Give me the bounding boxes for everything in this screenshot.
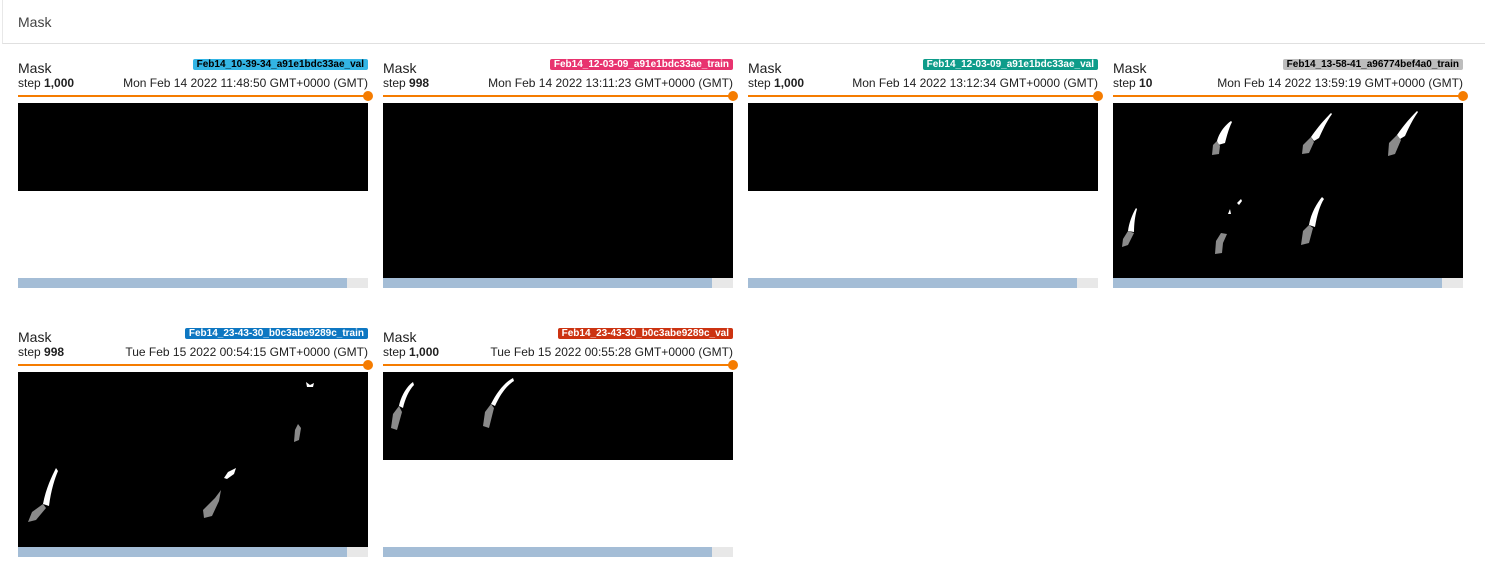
horizontal-scrollbar[interactable] [383, 547, 733, 557]
image-card: Mask Feb14_13-58-41_a96774bef4a0_train s… [1113, 59, 1468, 290]
scrollbar-thumb[interactable] [18, 278, 347, 288]
scrollbar-thumb[interactable] [748, 278, 1077, 288]
mask-image[interactable] [383, 372, 733, 460]
mask-image[interactable] [748, 103, 1098, 191]
step-slider[interactable] [748, 95, 1098, 97]
mask-image[interactable] [1113, 103, 1463, 278]
step-slider-thumb[interactable] [1093, 91, 1103, 101]
run-badge: Feb14_10-39-34_a91e1bdc33ae_val [192, 59, 368, 70]
image-card: Mask Feb14_12-03-09_a91e1bdc33ae_val ste… [748, 59, 1103, 290]
step-value: 1,000 [409, 345, 440, 359]
run-badge: Feb14_12-03-09_a91e1bdc33ae_val [922, 59, 1098, 70]
wall-time: Mon Feb 14 2022 13:11:23 GMT+0000 (GMT) [488, 76, 733, 90]
mask-image[interactable] [18, 372, 368, 547]
step-slider-thumb[interactable] [363, 360, 373, 370]
mask-image[interactable] [383, 103, 733, 278]
step-label: step 10 [1113, 76, 1153, 90]
image-card: Mask Feb14_10-39-34_a91e1bdc33ae_val ste… [18, 59, 373, 290]
image-card: Mask Feb14_23-43-30_b0c3abe9289c_train s… [18, 328, 373, 559]
card-title: Mask [383, 60, 417, 76]
run-badge: Feb14_23-43-30_b0c3abe9289c_train [184, 328, 368, 339]
step-slider-thumb[interactable] [363, 91, 373, 101]
step-slider-thumb[interactable] [728, 360, 738, 370]
card-title: Mask [383, 329, 417, 345]
run-badge: Feb14_13-58-41_a96774bef4a0_train [1282, 59, 1463, 70]
wall-time: Tue Feb 15 2022 00:55:28 GMT+0000 (GMT) [490, 345, 733, 359]
step-slider-thumb[interactable] [728, 91, 738, 101]
wall-time: Mon Feb 14 2022 13:59:19 GMT+0000 (GMT) [1217, 76, 1463, 90]
image-card: Mask Feb14_12-03-09_a91e1bdc33ae_train s… [383, 59, 738, 290]
run-badge: Feb14_12-03-09_a91e1bdc33ae_train [549, 59, 733, 70]
wall-time: Tue Feb 15 2022 00:54:15 GMT+0000 (GMT) [125, 345, 368, 359]
step-label: step 1,000 [18, 76, 75, 90]
step-label: step 998 [383, 76, 430, 90]
step-value: 10 [1139, 76, 1153, 90]
step-slider[interactable] [383, 95, 733, 97]
image-card: Mask Feb14_23-43-30_b0c3abe9289c_val ste… [383, 328, 738, 559]
scrollbar-thumb[interactable] [1113, 278, 1442, 288]
step-label: step 1,000 [383, 345, 440, 359]
horizontal-scrollbar[interactable] [18, 278, 368, 288]
card-title: Mask [18, 329, 52, 345]
scrollbar-thumb[interactable] [18, 547, 347, 557]
step-label: step 998 [18, 345, 65, 359]
section-title: Mask [18, 14, 52, 30]
section-header[interactable]: Mask [2, 0, 1485, 44]
mask-image[interactable] [18, 103, 368, 191]
wall-time: Mon Feb 14 2022 13:12:34 GMT+0000 (GMT) [852, 76, 1098, 90]
run-badge: Feb14_23-43-30_b0c3abe9289c_val [557, 328, 733, 339]
step-slider[interactable] [18, 95, 368, 97]
horizontal-scrollbar[interactable] [1113, 278, 1463, 288]
horizontal-scrollbar[interactable] [18, 547, 368, 557]
step-label: step 1,000 [748, 76, 805, 90]
scrollbar-thumb[interactable] [383, 278, 712, 288]
card-title: Mask [1113, 60, 1147, 76]
scrollbar-thumb[interactable] [383, 547, 712, 557]
step-value: 998 [409, 76, 430, 90]
horizontal-scrollbar[interactable] [748, 278, 1098, 288]
wall-time: Mon Feb 14 2022 11:48:50 GMT+0000 (GMT) [123, 76, 368, 90]
step-slider-thumb[interactable] [1458, 91, 1468, 101]
card-title: Mask [18, 60, 52, 76]
step-slider[interactable] [18, 364, 368, 366]
step-slider[interactable] [383, 364, 733, 366]
card-title: Mask [748, 60, 782, 76]
step-value: 1,000 [44, 76, 75, 90]
step-value: 1,000 [774, 76, 805, 90]
step-value: 998 [44, 345, 65, 359]
horizontal-scrollbar[interactable] [383, 278, 733, 288]
step-slider[interactable] [1113, 95, 1463, 97]
